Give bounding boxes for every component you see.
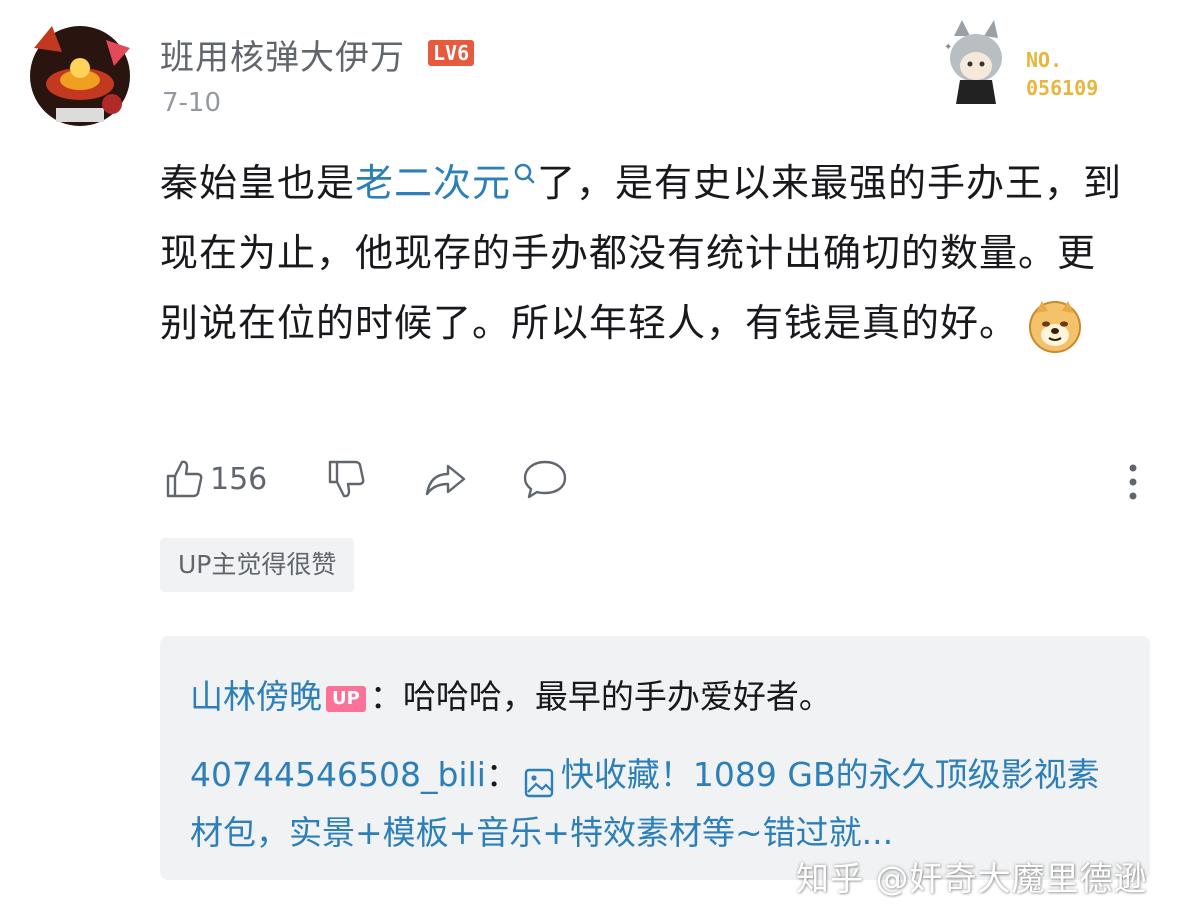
reply-separator: ： <box>485 755 519 794</box>
fan-number-label: NO. <box>1026 48 1063 72</box>
share-icon <box>425 464 466 496</box>
reply-separator: ： <box>369 677 403 716</box>
up-badge: UP <box>326 685 366 712</box>
search-keyword-link[interactable]: 老二次元 <box>355 161 511 205</box>
comment-text-part1: 秦始皇也是 <box>160 161 356 205</box>
reply-author[interactable]: 40744546508_bili <box>190 755 486 794</box>
up-liked-tag: UP主觉得很赞 <box>160 538 355 592</box>
user-avatar[interactable] <box>22 18 138 134</box>
fan-number: NO. 056109 <box>1026 46 1098 102</box>
more-icon[interactable] <box>1118 460 1148 504</box>
image-icon <box>523 760 555 797</box>
reply-text: 哈哈哈，最早的手办爱好者。 <box>402 677 832 716</box>
reply-author[interactable]: 山林傍晚 <box>190 677 322 716</box>
search-icon[interactable] <box>511 148 537 186</box>
reply-button[interactable] <box>522 456 568 502</box>
reply-preview-box[interactable]: 山林傍晚 UP ：哈哈哈，最早的手办爱好者。 40744546508_bili： 快收… <box>160 636 1150 880</box>
comment-text: 秦始皇也是老二次元 了，是有史以来最强的手办王，到现在为止，他现存的手办都没有统计… <box>160 148 1130 358</box>
doge-emoji-icon <box>1028 299 1082 353</box>
reply-icon <box>523 460 567 499</box>
fan-number-value: 056109 <box>1026 76 1099 100</box>
thumbs-up-icon <box>166 460 203 498</box>
comment-date: 7-10 <box>162 88 222 118</box>
thumbs-down-icon <box>328 460 365 498</box>
reply-item[interactable]: 山林傍晚 UP ：哈哈哈，最早的手办爱好者。 <box>190 670 832 718</box>
zhihu-watermark: 知乎 @奸奇大魔里德逊 <box>796 859 1148 898</box>
username[interactable]: 班用核弹大伊万 <box>160 30 405 79</box>
like-count: 156 <box>210 461 268 497</box>
level-badge: LV6 <box>428 40 475 66</box>
reply-item[interactable]: 40744546508_bili： 快收藏！1089 GB的永久顶级影视素材包，实… <box>190 746 1130 862</box>
dislike-button[interactable] <box>322 456 368 502</box>
like-button[interactable]: 156 <box>160 456 267 502</box>
svg-text:✦: ✦ <box>944 42 952 53</box>
share-button[interactable] <box>422 456 468 502</box>
